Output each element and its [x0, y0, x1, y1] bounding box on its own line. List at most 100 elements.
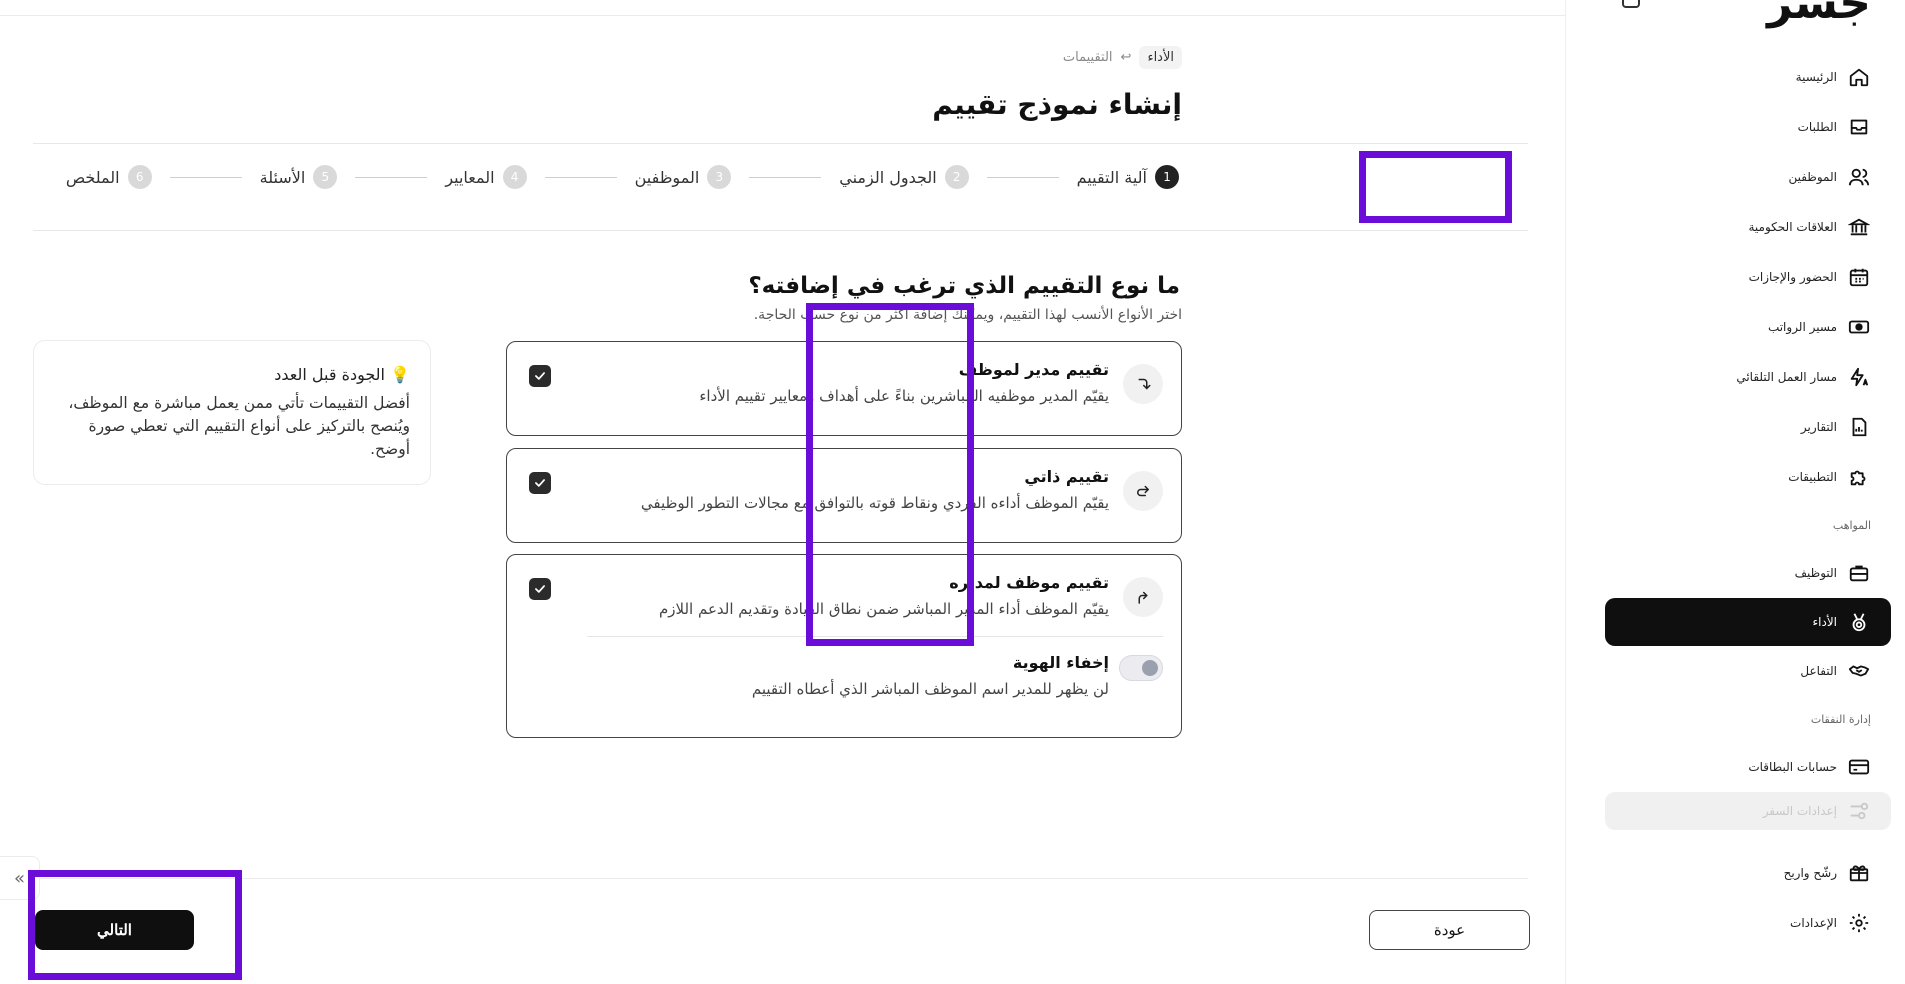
question-title: ما نوع التقييم الذي ترغب في إضافته؟ [748, 273, 1180, 299]
inbox-icon [1847, 115, 1871, 139]
sidebar-item-label: الطلبات [1797, 120, 1837, 134]
type-checkbox[interactable] [529, 578, 551, 600]
step-connector [169, 176, 242, 178]
anonymity-row: إخفاء الهوية لن يظهر للمدير اسم الموظف ا… [507, 637, 1181, 716]
sidebar-item-settings[interactable]: الإعدادات [1565, 898, 1905, 948]
sidebar-item-home[interactable]: الرئيسية [1565, 52, 1905, 102]
type-card-employee-to-manager[interactable]: تقييم موظف لمديره يقيّم الموظف أداء المد… [506, 554, 1182, 738]
step-2[interactable]: 2 الجدول الزمني [831, 165, 976, 189]
sidebar-item-label: إعدادات السفر [1762, 804, 1837, 818]
sidebar-item-attendance[interactable]: الحضور والإجازات [1565, 252, 1905, 302]
step-label: آلية التقييم [1076, 167, 1147, 187]
step-connector [749, 176, 822, 178]
step-number: 1 [1155, 165, 1179, 189]
sidebar-item-label: رشّح واربح [1783, 866, 1837, 880]
card-icon [1847, 755, 1871, 779]
sidebar-item-performance[interactable]: الأداء [1605, 598, 1891, 646]
sidebar-item-label: مسار العمل التلقائي [1736, 370, 1837, 384]
sidebar-item-engagement[interactable]: التفاعل [1565, 646, 1905, 696]
tip-title: الجودة قبل العدد [274, 365, 385, 384]
sidebar-item-label: الموظفين [1788, 170, 1837, 184]
type-title: تقييم مدير لموظف [958, 360, 1109, 379]
step-3[interactable]: 3 الموظفين [627, 165, 740, 189]
calendar-icon [1847, 265, 1871, 289]
step-4[interactable]: 4 المعايير [437, 165, 534, 189]
step-1[interactable]: 1 آلية التقييم [1069, 165, 1187, 189]
sidebar-item-reports[interactable]: التقارير [1565, 402, 1905, 452]
sidebar-item-label: مسير الرواتب [1767, 320, 1837, 334]
step-label: الملخص [65, 167, 120, 187]
type-checkbox[interactable] [529, 472, 551, 494]
step-6[interactable]: 6 الملخص [58, 165, 160, 189]
sidebar-item-label: التطبيقات [1788, 470, 1837, 484]
sidebar-item-label: التفاعل [1800, 664, 1837, 678]
sidebar-nav: الرئيسية الطلبات الموظفين العلاقات الحكو… [1565, 52, 1905, 948]
sidebar: جسر الرئيسية الطلبات الموظفين العلاقات ا… [1565, 0, 1905, 984]
next-button[interactable]: التالي [35, 910, 194, 950]
type-card-self[interactable]: تقييم ذاتي يقيّم الموظف أداءه الفردي ونق… [506, 448, 1182, 543]
step-number: 5 [313, 165, 338, 189]
sidebar-item-gov-relations[interactable]: العلاقات الحكومية [1565, 202, 1905, 252]
arrow-up-turn-icon [1123, 577, 1163, 617]
brand-logo[interactable]: جسر [1767, 0, 1871, 29]
sidebar-item-label: الإعدادات [1790, 916, 1837, 930]
check-icon [535, 372, 545, 380]
cash-icon [1847, 315, 1871, 339]
stepper-divider-bottom [33, 230, 1528, 231]
sidebar-item-requests[interactable]: الطلبات [1565, 102, 1905, 152]
page-title: إنشاء نموذج تقييم [932, 88, 1182, 121]
sidebar-item-card-accounts[interactable]: حسابات البطاقات [1565, 742, 1905, 792]
bank-icon [1847, 215, 1871, 239]
sidebar-item-automation[interactable]: مسار العمل التلقائي [1565, 352, 1905, 402]
home-icon [1847, 65, 1871, 89]
step-connector [355, 176, 428, 178]
arrow-down-turn-icon [1123, 364, 1163, 404]
expand-panel-icon[interactable]: » [0, 856, 40, 900]
gear-icon [1847, 911, 1871, 935]
self-loop-icon [1123, 471, 1163, 511]
step-number: 3 [707, 165, 732, 189]
breadcrumb-current[interactable]: الأداء [1139, 46, 1182, 69]
type-card-manager-to-employee[interactable]: تقييم مدير لموظف يقيّم المدير موظفيه الم… [506, 341, 1182, 436]
step-label: الأسئلة [259, 167, 306, 187]
sidebar-item-recruitment[interactable]: التوظيف [1565, 548, 1905, 598]
anonymity-toggle[interactable] [1119, 655, 1163, 681]
step-5[interactable]: 5 الأسئلة [252, 165, 346, 189]
puzzle-icon [1847, 465, 1871, 489]
step-connector [986, 176, 1059, 178]
highlight-box [1359, 151, 1512, 223]
top-divider [0, 15, 1565, 16]
sidebar-item-apps[interactable]: التطبيقات [1565, 452, 1905, 502]
sidebar-item-label: التوظيف [1794, 566, 1837, 580]
breadcrumb-link[interactable]: التقييمات [1063, 50, 1113, 65]
sidebar-item-label: الأداء [1812, 615, 1838, 629]
step-label: المعايير [445, 167, 495, 187]
type-description: يقيّم الموظف أداء المدير المباشر ضمن نطا… [658, 600, 1109, 618]
medal-icon [1847, 610, 1871, 634]
step-number: 4 [502, 165, 527, 189]
back-button[interactable]: عودة [1369, 910, 1530, 950]
step-label: الموظفين [634, 167, 700, 187]
sidebar-item-employees[interactable]: الموظفين [1565, 152, 1905, 202]
type-description: يقيّم المدير موظفيه المباشرين بناءً على … [699, 387, 1109, 405]
anonymity-title: إخفاء الهوية [1012, 653, 1109, 672]
sidebar-item-refer[interactable]: رشّح واربح [1565, 848, 1905, 898]
sidebar-item-payroll[interactable]: مسير الرواتب [1565, 302, 1905, 352]
sidebar-section-talent: المواهب [1832, 518, 1871, 532]
automation-icon [1847, 365, 1871, 389]
step-number: 2 [944, 165, 969, 189]
stepper-divider-top [33, 143, 1528, 144]
report-icon [1847, 415, 1871, 439]
tip-box: 💡 الجودة قبل العدد أفضل التقييمات تأتي م… [33, 340, 431, 485]
type-checkbox[interactable] [529, 365, 551, 387]
step-connector [544, 176, 617, 178]
sidebar-item-label: العلاقات الحكومية [1748, 220, 1838, 234]
breadcrumb: الأداء ↩ التقييمات [1063, 46, 1182, 69]
sidebar-item-label: التقارير [1800, 420, 1837, 434]
travel-settings-icon [1847, 799, 1871, 823]
type-description: يقيّم الموظف أداءه الفردي ونقاط قوته بال… [640, 494, 1109, 512]
gift-icon [1847, 861, 1871, 885]
sidebar-item-label: الحضور والإجازات [1748, 270, 1837, 284]
device-icon[interactable] [1622, 0, 1640, 8]
users-icon [1847, 165, 1871, 189]
